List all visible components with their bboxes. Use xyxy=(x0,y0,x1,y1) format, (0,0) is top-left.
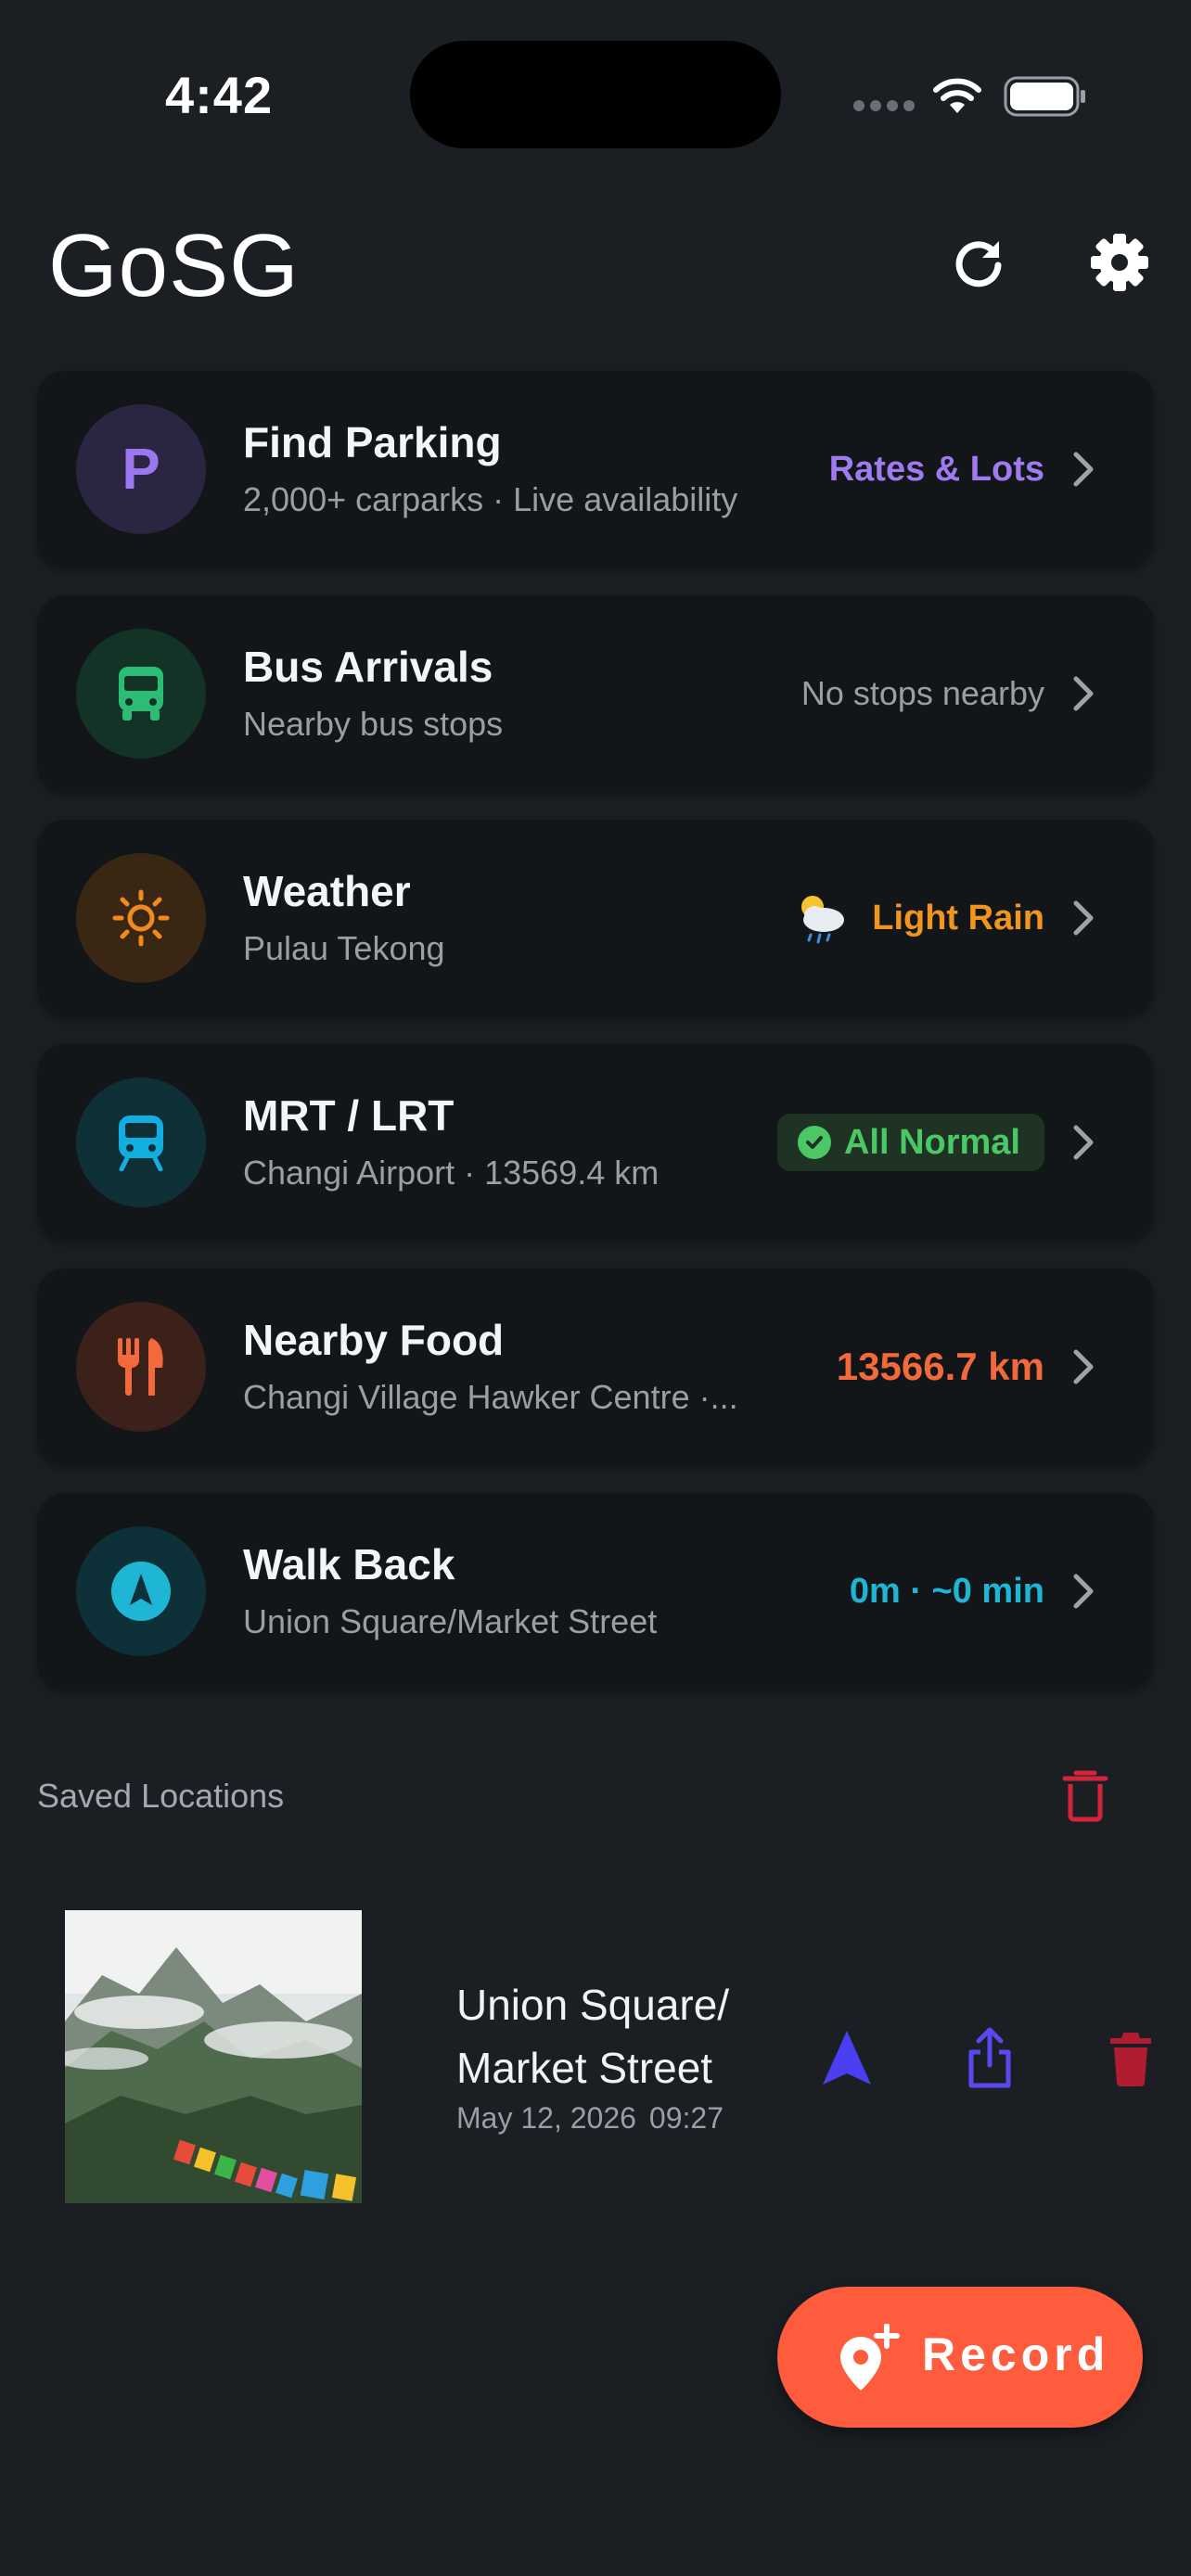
card-subtitle: Union Square/Market Street xyxy=(243,1602,658,1640)
bus-icon xyxy=(119,667,163,721)
refresh-button[interactable] xyxy=(944,228,1013,297)
chevron-right-icon xyxy=(1073,1125,1094,1160)
add-location-pin-icon xyxy=(840,2324,900,2391)
food-icon-circle xyxy=(76,1302,206,1432)
card-title: Bus Arrivals xyxy=(243,643,493,691)
train-icon-circle xyxy=(76,1078,206,1207)
card-find-parking[interactable]: P Find Parking 2,000+ carparks · Live av… xyxy=(37,371,1154,567)
card-mrt-lrt[interactable]: MRT / LRT Changi Airport · 13569.4 km Al… xyxy=(37,1044,1154,1241)
share-button[interactable] xyxy=(957,2021,1022,2096)
trash-icon xyxy=(1110,2033,1151,2086)
navigation-arrow-icon xyxy=(111,1562,171,1621)
location-timestamp: May 12, 2026 09:27 xyxy=(456,2101,736,2136)
card-subtitle: Nearby bus stops xyxy=(243,705,504,743)
sun-icon-circle xyxy=(76,853,206,983)
status-badge-label: All Normal xyxy=(843,1122,1020,1162)
card-walk-back[interactable]: Walk Back Union Square/Market Street 0m … xyxy=(37,1493,1154,1690)
card-subtitle: Pulau Tekong xyxy=(243,929,445,967)
clear-all-button[interactable] xyxy=(1059,1767,1111,1823)
card-status: Light Rain xyxy=(872,898,1044,937)
chevron-right-icon xyxy=(1073,1574,1094,1609)
settings-button[interactable] xyxy=(1085,228,1154,297)
train-icon xyxy=(119,1116,163,1171)
saved-locations-heading: Saved Locations xyxy=(37,1777,285,1815)
card-subtitle: Changi Airport · 13569.4 km xyxy=(243,1154,660,1192)
gear-icon xyxy=(1091,234,1148,291)
battery-icon xyxy=(1004,76,1085,117)
cellular-signal-icon xyxy=(853,100,915,111)
refresh-icon xyxy=(955,241,1002,287)
chevron-right-icon xyxy=(1073,1349,1094,1384)
card-weather[interactable]: Weather Pulau Tekong Light Rain xyxy=(37,820,1154,1016)
card-title: Weather xyxy=(243,867,411,915)
parking-icon: P xyxy=(76,404,206,534)
location-photo xyxy=(65,1910,362,2203)
record-button-label: Record xyxy=(922,2328,1110,2380)
share-icon xyxy=(968,2027,1011,2088)
card-status: No stops nearby xyxy=(800,674,1044,712)
chevron-right-icon xyxy=(1073,676,1094,711)
sun-icon xyxy=(112,889,170,947)
check-circle-icon xyxy=(797,1126,831,1159)
wifi-icon xyxy=(933,78,981,113)
card-status: Rates & Lots xyxy=(828,449,1044,489)
location-time: 09:27 xyxy=(648,2101,724,2135)
navigation-arrow-icon xyxy=(823,2031,871,2085)
trash-outline-icon xyxy=(1062,1770,1108,1822)
card-title: Find Parking xyxy=(243,418,502,466)
dynamic-island xyxy=(410,41,781,148)
bus-icon-circle xyxy=(76,629,206,759)
fork-knife-icon xyxy=(118,1338,163,1396)
card-nearby-food[interactable]: Nearby Food Changi Village Hawker Centre… xyxy=(37,1269,1154,1465)
rain-cloud-icon xyxy=(801,896,845,944)
parking-icon-letter: P xyxy=(122,437,160,502)
compass-icon-circle xyxy=(76,1526,206,1656)
navigate-button[interactable] xyxy=(814,2021,879,2096)
card-subtitle: Changi Village Hawker Centre ·... xyxy=(243,1378,738,1416)
app-title: GoSG xyxy=(48,216,300,315)
card-subtitle: 2,000+ carparks · Live availability xyxy=(243,480,738,518)
card-title: MRT / LRT xyxy=(243,1091,455,1140)
chevron-right-icon xyxy=(1073,452,1094,487)
record-button[interactable]: Record xyxy=(777,2287,1143,2428)
card-status: 13566.7 km xyxy=(836,1345,1044,1388)
card-title: Nearby Food xyxy=(243,1316,505,1364)
card-title: Walk Back xyxy=(243,1540,455,1588)
chevron-right-icon xyxy=(1073,900,1094,936)
card-status: 0m · ~0 min xyxy=(849,1571,1044,1611)
delete-location-button[interactable] xyxy=(1098,2021,1163,2096)
status-badge: All Normal xyxy=(776,1114,1044,1171)
location-date: May 12, 2026 xyxy=(456,2101,636,2135)
card-bus-arrivals[interactable]: Bus Arrivals Nearby bus stops No stops n… xyxy=(37,595,1154,792)
location-name: Union Square/ Market Street xyxy=(456,1981,730,2092)
status-time: 4:42 xyxy=(165,66,274,124)
